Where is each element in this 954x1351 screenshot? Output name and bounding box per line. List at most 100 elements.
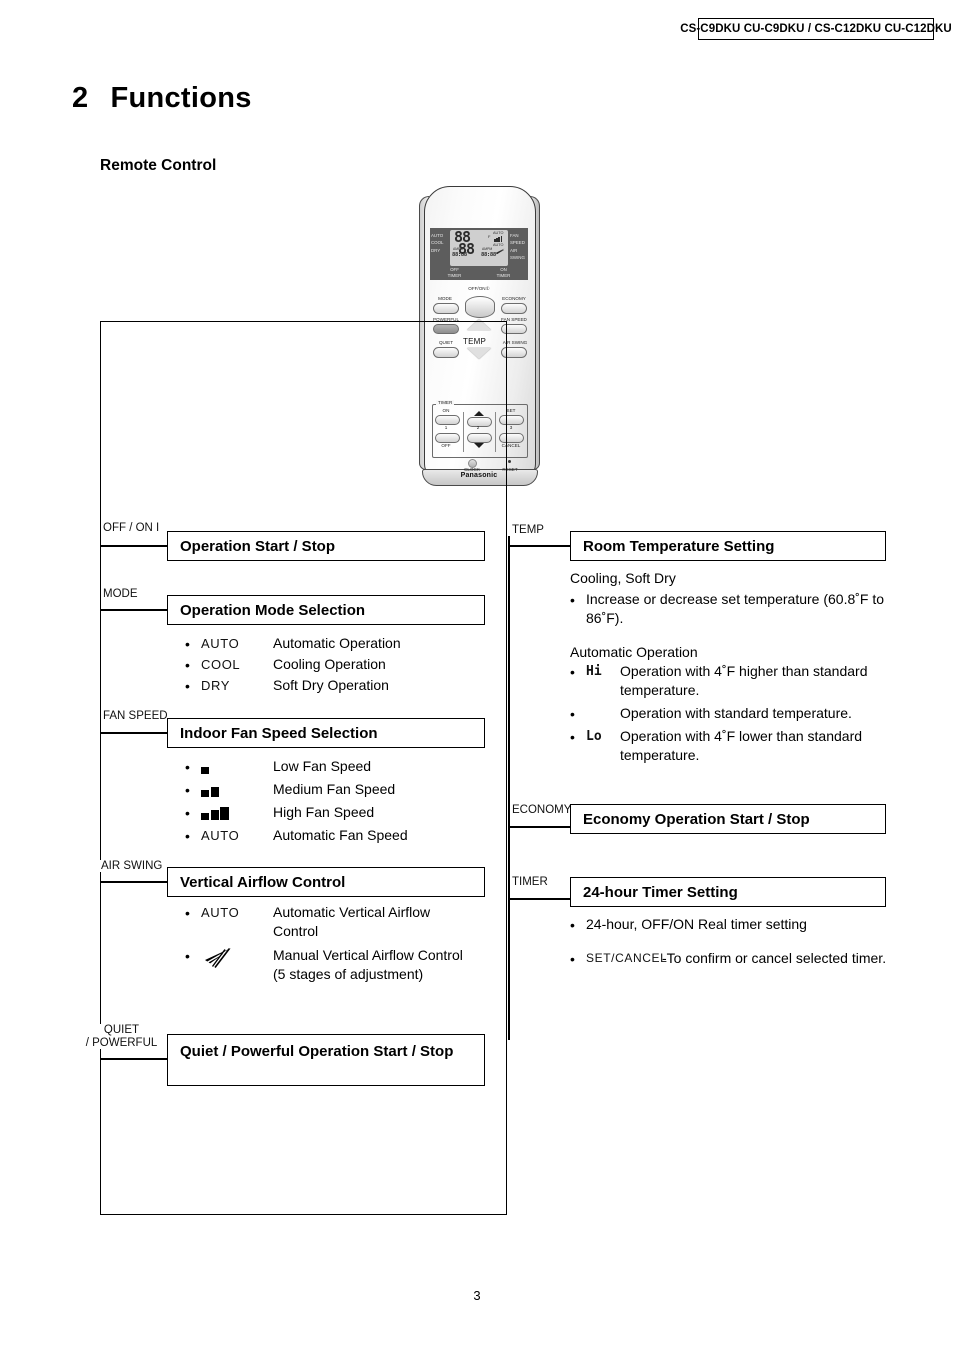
mode-button[interactable] (433, 303, 459, 314)
tag-quiet: QUIET (103, 1024, 140, 1036)
bullet-dot: • (185, 636, 190, 652)
tag-air-swing: AIR SWING (99, 860, 165, 872)
lcd-unit-f: F (488, 234, 491, 239)
automatic-operation-heading: Automatic Operation (570, 644, 698, 660)
bullet-dot: • (570, 592, 575, 608)
bullet-dot: • (570, 729, 575, 745)
auto-standard-description: Operation with standard temperature. (620, 705, 852, 721)
list-item: • Operation with standard temperature. (570, 704, 900, 724)
timer-detail-text: 24-hour, OFF/ON Real timer setting (586, 916, 807, 932)
list-item: • COOL Cooling Operation (185, 655, 485, 675)
bullet-dot: • (185, 948, 190, 964)
list-item: • Hi Operation with 4˚F higher than stan… (570, 662, 900, 700)
list-item: • AUTO Automatic Vertical Airflow Contro… (185, 903, 495, 941)
temp-range-text: Increase or decrease set temperature (60… (586, 591, 885, 626)
lcd-timer-captions: OFF TIMER ON TIMER (430, 267, 528, 279)
tag-temp: TEMP (510, 524, 546, 536)
airswing-description: Manual Vertical Airflow Control (5 stage… (273, 947, 463, 982)
lcd-fan-bars-icon (494, 236, 503, 242)
manual-airflow-icon (201, 946, 273, 974)
lcd-off-timer-cap1: OFF (450, 267, 459, 272)
lcd-mode-auto: AUTO (431, 233, 444, 238)
leader-air-swing (100, 881, 168, 883)
leader-mode (100, 609, 168, 611)
section-subheading: Remote Control (100, 157, 217, 174)
fan-speed-high-icon (201, 803, 273, 825)
tag-economy: ECONOMY (510, 804, 574, 816)
lcd-on-ampm: AMPM (482, 247, 493, 251)
mode-symbol: COOL (201, 657, 241, 672)
list-item: • High Fan Speed (185, 803, 485, 825)
auto-hi-symbol: Hi (586, 664, 602, 679)
leader-temp (508, 545, 571, 547)
lcd-swing-auto: AUTO (493, 243, 504, 247)
bullet-dot: • (185, 828, 190, 844)
mode-label: MODE (438, 296, 452, 301)
lcd-fan-auto: AUTO (493, 231, 504, 235)
set-cancel-symbol: SET/CANCEL (586, 951, 668, 965)
bullet-dot: • (185, 678, 190, 694)
callout-room-temperature-setting: Room Temperature Setting (570, 531, 886, 561)
tag-off-on-extra: I (156, 522, 160, 534)
list-item: • AUTO Automatic Operation (185, 634, 485, 654)
lcd-label-air: AIR (510, 247, 518, 253)
leader-economy (508, 826, 571, 828)
economy-button[interactable] (501, 303, 527, 314)
fan-speed-description: High Fan Speed (273, 804, 375, 820)
bullet-dot: • (570, 664, 575, 680)
model-number-header: CS-C9DKU CU-C9DKU / CS-C12DKU CU-C12DKU (680, 18, 952, 40)
economy-label: ECONOMY (502, 296, 526, 301)
bullet-dot: • (185, 805, 190, 821)
lcd-screen-area: 88 88 F AUTO AUTO AMPM AMPM 88:88 88:88 (450, 230, 508, 266)
list-item: • DRY Soft Dry Operation (185, 676, 485, 696)
lcd-on-timer-value: 88:88 (481, 252, 496, 258)
lcd-mode-dry: DRY (431, 247, 441, 253)
offon-button[interactable] (465, 296, 495, 318)
bullet-dot: • (185, 905, 190, 921)
list-item: • Manual Vertical Airflow Control (5 sta… (185, 946, 495, 984)
set-cancel-description: -To confirm or cancel selected timer. (662, 950, 887, 966)
chapter-number: 2 (72, 82, 89, 114)
lcd-label-speed: SPEED (510, 240, 525, 246)
remote-lcd-display: AUTO COOL DRY FAN SPEED AIR SWING 88 88 … (430, 228, 528, 280)
right-callout-spine (508, 536, 510, 1040)
leader-fan-speed (100, 732, 168, 734)
airswing-description: Automatic Vertical Airflow Control (273, 904, 431, 939)
lcd-on-timer-cap1: ON (500, 267, 507, 272)
list-fan-speeds: • Low Fan Speed • Medium Fan Speed • Hig… (185, 757, 485, 847)
list-air-swing: • AUTO Automatic Vertical Airflow Contro… (185, 903, 495, 985)
fan-speed-medium-icon (201, 780, 273, 802)
callout-operation-start-stop: Operation Start / Stop (167, 531, 485, 561)
chapter-title: Functions (110, 82, 252, 114)
mode-description: Cooling Operation (273, 656, 386, 672)
list-item: • Increase or decrease set temperature (… (570, 590, 890, 628)
callout-quiet-powerful: Quiet / Powerful Operation Start / Stop (167, 1034, 485, 1086)
leader-off-on (100, 545, 168, 547)
auto-lo-description: Operation with 4˚F lower than standard t… (620, 728, 863, 763)
bullet-dot: • (570, 917, 575, 933)
callout-economy-operation: Economy Operation Start / Stop (570, 804, 886, 834)
list-operation-modes: • AUTO Automatic Operation • COOL Coolin… (185, 634, 485, 697)
callout-vertical-airflow-control: Vertical Airflow Control (167, 867, 485, 897)
airswing-auto-symbol: AUTO (201, 905, 240, 920)
bullet-dot: • (185, 759, 190, 775)
callout-24-hour-timer-setting: 24-hour Timer Setting (570, 877, 886, 907)
fan-speed-description: Automatic Fan Speed (273, 827, 408, 843)
leader-timer (508, 898, 571, 900)
bullet-dot: • (185, 782, 190, 798)
lcd-off-timer-cap2: TIMER (447, 273, 462, 278)
lcd-off-timer-value: 88:88 (452, 252, 467, 258)
mode-description: Automatic Operation (273, 635, 401, 651)
auto-lo-symbol: Lo (586, 729, 602, 744)
leader-quiet-powerful (100, 1058, 168, 1060)
fan-speed-description: Medium Fan Speed (273, 781, 396, 797)
auto-hi-description: Operation with 4˚F higher than standard … (620, 663, 868, 698)
callout-indoor-fan-speed-selection: Indoor Fan Speed Selection (167, 718, 485, 748)
lcd-on-timer-cap2: TIMER (496, 273, 511, 278)
lcd-off-ampm: AMPM (453, 247, 464, 251)
fan-speed-description: Low Fan Speed (273, 758, 372, 774)
list-cooling-temp: • Increase or decrease set temperature (… (570, 590, 890, 629)
mode-symbol: DRY (201, 678, 231, 693)
lcd-label-fan: FAN (510, 233, 519, 238)
offon-label: OFF/ON① (468, 286, 490, 291)
